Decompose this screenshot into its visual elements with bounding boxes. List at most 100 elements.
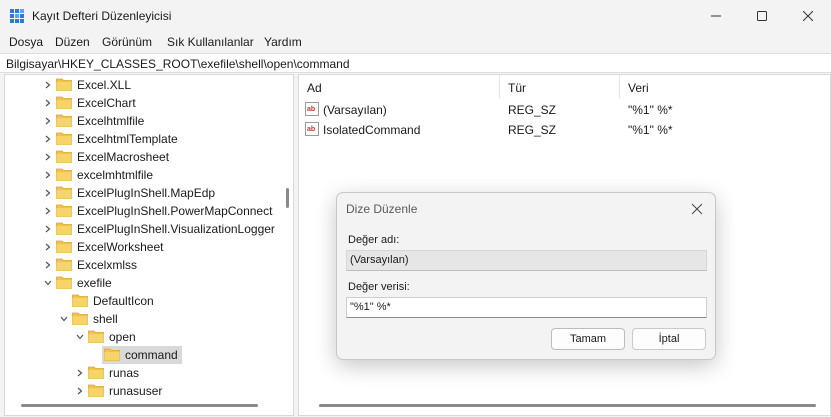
tree-item-label: Excelhtmlfile bbox=[77, 114, 145, 128]
column-divider[interactable] bbox=[619, 75, 620, 99]
tree-item[interactable]: ExcelPlugInShell.PowerMapConnect bbox=[5, 202, 280, 220]
value-name: (Varsayılan) bbox=[323, 103, 387, 117]
tree-item-label: ExcelChart bbox=[77, 96, 136, 110]
folder-icon bbox=[72, 294, 88, 307]
folder-icon bbox=[56, 258, 72, 271]
column-header-name[interactable]: Ad bbox=[307, 75, 322, 99]
folder-icon bbox=[56, 78, 72, 91]
folder-icon bbox=[88, 330, 104, 343]
chevron-right-icon[interactable] bbox=[43, 224, 53, 234]
value-row[interactable]: ab (Varsayılan) REG_SZ "%1" %* bbox=[299, 99, 830, 119]
tree-item[interactable]: ExcelPlugInShell.MapEdp bbox=[5, 184, 280, 202]
key-tree[interactable]: Excel.XLL ExcelChart Excelhtmlfile Excelhtm… bbox=[4, 74, 294, 416]
tree-item[interactable]: command bbox=[5, 346, 280, 364]
chevron-right-icon[interactable] bbox=[43, 242, 53, 252]
chevron-down-icon[interactable] bbox=[43, 278, 53, 288]
menu-favorites[interactable]: Sık Kullanılanlar bbox=[167, 35, 254, 49]
address-bar[interactable]: Bilgisayar\HKEY_CLASSES_ROOT\exefile\she… bbox=[0, 53, 831, 73]
value-name-text: (Varsayılan) bbox=[350, 254, 409, 266]
address-path[interactable]: Bilgisayar\HKEY_CLASSES_ROOT\exefile\she… bbox=[6, 57, 350, 71]
tree-item-label: Excelxmlss bbox=[77, 258, 138, 272]
value-row[interactable]: ab IsolatedCommand REG_SZ "%1" %* bbox=[299, 119, 830, 139]
folder-icon bbox=[56, 276, 72, 289]
tree-item[interactable]: exefile bbox=[5, 274, 280, 292]
folder-icon bbox=[56, 132, 72, 145]
column-header-data[interactable]: Veri bbox=[628, 75, 649, 99]
chevron-right-icon[interactable] bbox=[43, 188, 53, 198]
tree-item[interactable]: ExcelhtmlTemplate bbox=[5, 130, 280, 148]
tree-item-label: exefile bbox=[77, 276, 112, 290]
chevron-right-icon[interactable] bbox=[43, 98, 53, 108]
tree-item[interactable]: ExcelPlugInShell.VisualizationLogger bbox=[5, 220, 280, 238]
value-data: "%1" %* bbox=[628, 123, 673, 137]
folder-icon bbox=[56, 150, 72, 163]
value-data-label: Değer verisi: bbox=[348, 281, 410, 293]
tree-item-label: ExcelhtmlTemplate bbox=[77, 132, 178, 146]
value-data-input[interactable]: "%1" %* bbox=[346, 297, 707, 318]
svg-text:ab: ab bbox=[307, 106, 315, 113]
folder-icon bbox=[56, 240, 72, 253]
chevron-right-icon[interactable] bbox=[75, 386, 85, 396]
folder-icon bbox=[104, 348, 120, 361]
tree-item[interactable]: excelmhtmlfile bbox=[5, 166, 280, 184]
chevron-right-icon[interactable] bbox=[43, 134, 53, 144]
chevron-down-icon[interactable] bbox=[75, 332, 85, 342]
value-type: REG_SZ bbox=[508, 103, 557, 117]
tree-item-label: ExcelMacrosheet bbox=[77, 150, 170, 164]
dialog-title: Dize Düzenle bbox=[346, 202, 418, 216]
chevron-right-icon[interactable] bbox=[43, 152, 53, 162]
value-name-label: Değer adı: bbox=[348, 234, 400, 246]
menu-file[interactable]: Dosya bbox=[9, 35, 43, 49]
cancel-button[interactable]: İptal bbox=[632, 328, 706, 350]
column-divider[interactable] bbox=[499, 75, 500, 99]
values-horizontal-scrollbar[interactable] bbox=[319, 404, 816, 407]
menu-edit[interactable]: Düzen bbox=[55, 35, 90, 49]
value-type: REG_SZ bbox=[508, 123, 557, 137]
chevron-right-icon[interactable] bbox=[75, 368, 85, 378]
chevron-right-icon[interactable] bbox=[43, 206, 53, 216]
tree-item[interactable]: ExcelChart bbox=[5, 94, 280, 112]
menu-help[interactable]: Yardım bbox=[264, 35, 302, 49]
dialog-close-icon[interactable] bbox=[689, 201, 705, 217]
tree-item[interactable]: DefaultIcon bbox=[5, 292, 280, 310]
tree-item-label: open bbox=[109, 330, 136, 344]
column-header-type[interactable]: Tür bbox=[508, 75, 526, 99]
tree-vertical-scrollbar[interactable] bbox=[286, 188, 289, 208]
chevron-right-icon[interactable] bbox=[43, 170, 53, 180]
tree-item[interactable]: Excel.XLL bbox=[5, 76, 280, 94]
chevron-right-icon[interactable] bbox=[43, 116, 53, 126]
tree-item-label: DefaultIcon bbox=[93, 294, 154, 308]
maximize-icon bbox=[757, 11, 767, 21]
chevron-right-icon[interactable] bbox=[43, 80, 53, 90]
folder-icon bbox=[72, 312, 88, 325]
minimize-icon bbox=[711, 15, 721, 17]
tree-item[interactable]: ExcelMacrosheet bbox=[5, 148, 280, 166]
svg-text:ab: ab bbox=[307, 126, 315, 133]
chevron-right-icon[interactable] bbox=[43, 260, 53, 270]
tree-item[interactable]: shell bbox=[5, 310, 280, 328]
tree-item[interactable]: open bbox=[5, 328, 280, 346]
tree-item[interactable]: runas bbox=[5, 364, 280, 382]
maximize-button[interactable] bbox=[739, 0, 785, 32]
tree-item-label: ExcelPlugInShell.VisualizationLogger bbox=[77, 222, 275, 236]
menu-view[interactable]: Görünüm bbox=[102, 35, 152, 49]
tree-item-label: excelmhtmlfile bbox=[77, 168, 154, 182]
edit-string-dialog: Dize Düzenle Değer adı: (Varsayılan) Değ… bbox=[336, 192, 716, 360]
value-data-text[interactable]: "%1" %* bbox=[350, 301, 391, 313]
minimize-button[interactable] bbox=[693, 0, 739, 32]
string-value-icon: ab bbox=[305, 122, 319, 136]
tree-item-label: ExcelPlugInShell.PowerMapConnect bbox=[77, 204, 273, 218]
tree-item[interactable]: Excelxmlss bbox=[5, 256, 280, 274]
tree-item-label: ExcelWorksheet bbox=[77, 240, 164, 254]
close-button[interactable] bbox=[785, 0, 831, 32]
value-data: "%1" %* bbox=[628, 103, 673, 117]
folder-icon bbox=[56, 114, 72, 127]
ok-button[interactable]: Tamam bbox=[551, 328, 625, 350]
tree-item[interactable]: Excelhtmlfile bbox=[5, 112, 280, 130]
tree-item[interactable]: ExcelWorksheet bbox=[5, 238, 280, 256]
folder-icon bbox=[88, 366, 104, 379]
chevron-down-icon[interactable] bbox=[59, 314, 69, 324]
tree-horizontal-scrollbar[interactable] bbox=[21, 404, 258, 407]
tree-item[interactable]: runasuser bbox=[5, 382, 280, 400]
tree-item-label: ExcelPlugInShell.MapEdp bbox=[77, 186, 216, 200]
